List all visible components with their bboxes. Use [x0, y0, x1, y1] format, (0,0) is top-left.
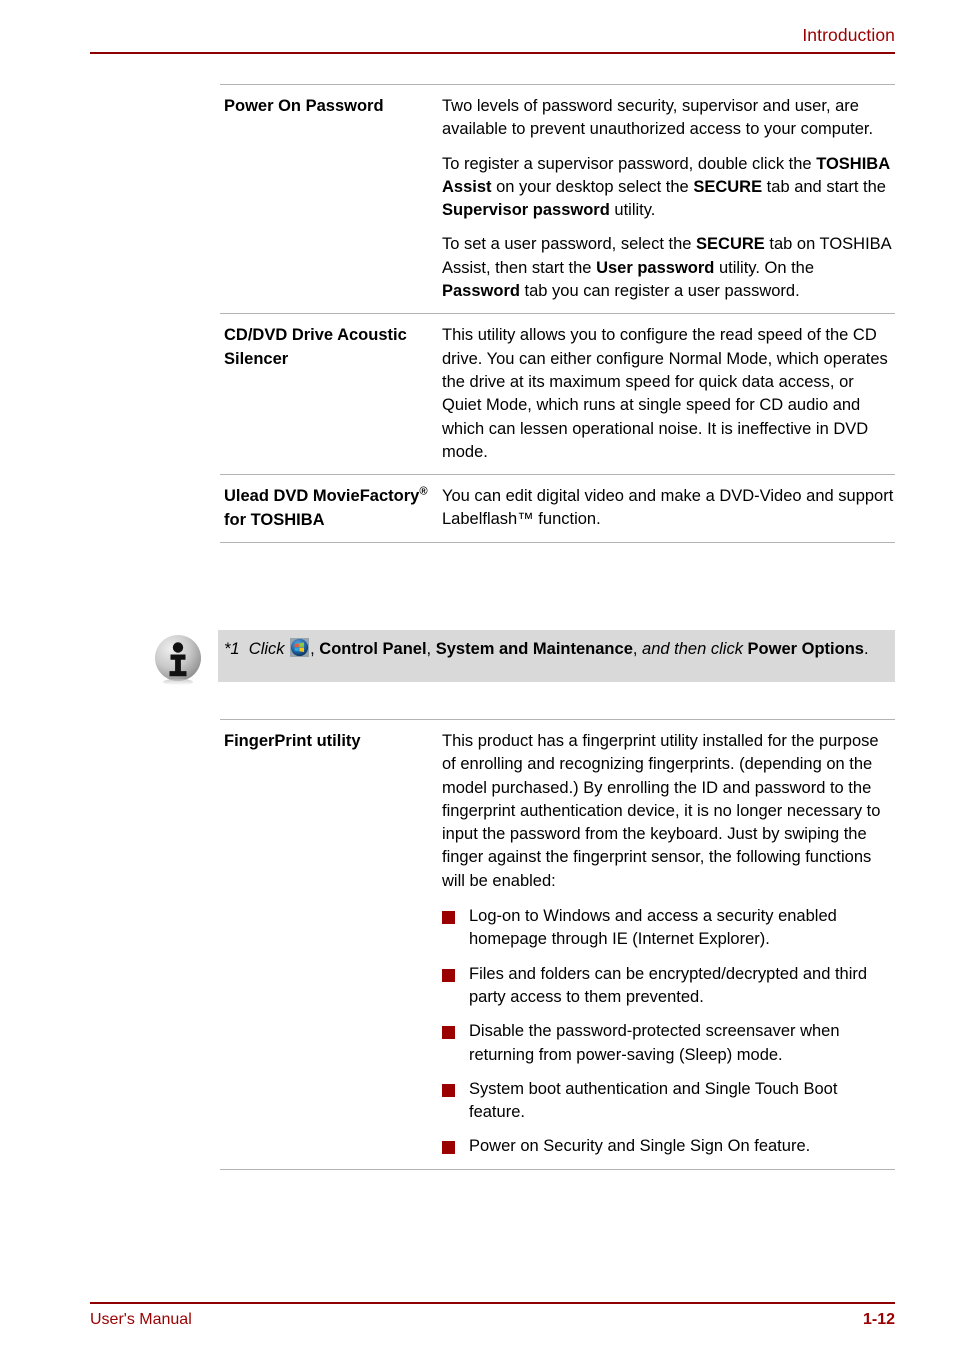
row-label: FingerPrint utility: [224, 732, 361, 750]
list-item-label: Disable the password-protected screensav…: [469, 1022, 840, 1064]
list-item: Log-on to Windows and access a security …: [442, 905, 895, 952]
text-run-bold: Password: [442, 282, 520, 301]
row-label: Power On Password: [224, 97, 384, 115]
list-item: System boot authentication and Single To…: [442, 1078, 895, 1125]
text-run-bold: Supervisor password: [442, 201, 610, 220]
text-run: To register a supervisor password, doubl…: [442, 154, 817, 173]
table-row: Ulead DVD MovieFactory® for TOSHIBA You …: [220, 475, 895, 542]
text-run-bold: System and Maintenance: [435, 640, 633, 658]
text-run: utility. On the: [714, 258, 815, 277]
list-item: Files and folders can be encrypted/decry…: [442, 963, 895, 1010]
text-run: ,: [632, 640, 643, 658]
bullet-square-icon: [442, 1083, 455, 1097]
feature-list: Log-on to Windows and access a security …: [442, 905, 895, 1159]
text-run: Two levels of password security, supervi…: [442, 97, 874, 139]
text-run: utility.: [609, 201, 656, 220]
header-divider: [90, 52, 895, 54]
info-icon: [150, 632, 206, 688]
paragraph: Two levels of password security, supervi…: [442, 95, 895, 142]
table-row: FingerPrint utility This product has a f…: [220, 720, 895, 1169]
footer-line: User's Manual 1-12: [90, 1311, 895, 1329]
fingerprint-table: FingerPrint utility This product has a f…: [220, 719, 895, 1170]
note-click-word: Click: [239, 640, 290, 658]
row-description: This utility allows you to configure the…: [442, 324, 895, 464]
bullet-square-icon: [442, 1026, 455, 1040]
text-run-bold: Control Panel: [319, 640, 427, 658]
paragraph: This product has a fingerprint utility i…: [442, 732, 881, 890]
text-run-bold: SECURE: [693, 177, 763, 196]
footnote-note: *1 Click , Control Panel, System and Mai…: [150, 630, 895, 688]
text-run: ,: [426, 640, 436, 658]
paragraph: This utility allows you to configure the…: [442, 324, 895, 464]
note-text-box: *1 Click , Control Panel, System and Mai…: [218, 630, 895, 682]
text-run: You can edit digital video and make a DV…: [442, 487, 894, 529]
text-run: on your desktop select the: [491, 177, 694, 196]
list-item-label: System boot authentication and Single To…: [469, 1079, 838, 1122]
bullet-square-icon: [442, 968, 455, 982]
table-row: CD/DVD Drive Acoustic Silencer This util…: [220, 314, 895, 474]
text-run-bold: Power Options: [747, 640, 864, 658]
row-label: Ulead DVD MovieFactory® for TOSHIBA: [220, 485, 442, 532]
list-item: Disable the password-protected screensav…: [442, 1020, 895, 1067]
row-label: CD/DVD Drive Acoustic Silencer: [224, 326, 407, 368]
page-number: 1-12: [862, 1311, 895, 1328]
list-item-label: Log-on to Windows and access a security …: [469, 907, 837, 949]
text-run: tab and start the: [762, 177, 886, 196]
paragraph: To set a user password, select the SECUR…: [442, 233, 895, 303]
label-run: Ulead DVD MovieFactory: [224, 487, 420, 506]
row-description: This product has a fingerprint utility i…: [442, 730, 895, 1159]
page-footer: User's Manual 1-12: [90, 1302, 895, 1329]
paragraph: You can edit digital video and make a DV…: [442, 485, 895, 532]
registered-mark: ®: [419, 485, 428, 498]
page-header: Introduction: [90, 24, 895, 54]
label-run: for TOSHIBA: [224, 510, 325, 529]
text-run: To set a user password, select the: [442, 235, 697, 254]
row-description: You can edit digital video and make a DV…: [442, 485, 895, 532]
text-run-italic: and then click: [642, 640, 743, 658]
note-marker: *1: [224, 640, 240, 658]
paragraph: To register a supervisor password, doubl…: [442, 153, 895, 223]
list-item-label: Files and folders can be encrypted/decry…: [469, 964, 868, 1006]
utilities-table: Power On Password Two levels of password…: [220, 84, 895, 544]
table-bottom-divider: [220, 542, 895, 544]
text-run: tab you can register a user password.: [519, 282, 800, 301]
table-row: Power On Password Two levels of password…: [220, 85, 895, 313]
page-title: Introduction: [802, 25, 895, 45]
list-item: Power on Security and Single Sign On fea…: [442, 1135, 895, 1158]
row-description: Two levels of password security, supervi…: [442, 95, 895, 303]
bullet-square-icon: [442, 911, 455, 925]
text-run: ,: [310, 640, 320, 658]
bullet-square-icon: [442, 1141, 455, 1155]
table-bottom-divider: [220, 1168, 895, 1170]
footer-manual-label: User's Manual: [90, 1311, 192, 1328]
windows-start-orb-icon[interactable]: [290, 638, 310, 657]
list-item-label: Power on Security and Single Sign On fea…: [469, 1137, 811, 1156]
text-run: .: [863, 640, 869, 658]
text-run-bold: SECURE: [696, 235, 765, 254]
text-run-bold: User password: [596, 258, 715, 277]
text-run: This utility allows you to configure the…: [442, 326, 888, 461]
footer-divider: [90, 1302, 895, 1304]
